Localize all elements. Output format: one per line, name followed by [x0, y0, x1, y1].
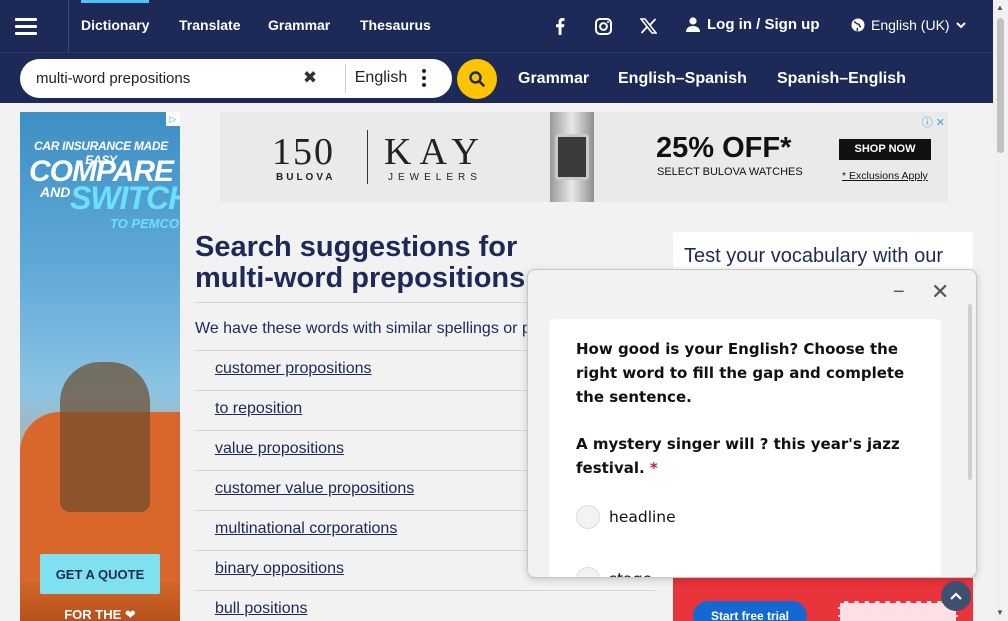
- quiz-question: How good is your English? Choose the rig…: [576, 340, 905, 406]
- top-navigation-bar: Dictionary Translate Grammar Thesaurus L…: [0, 0, 993, 52]
- close-icon[interactable]: ✕: [931, 281, 951, 303]
- page-title-text: Search suggestions for: [195, 231, 518, 263]
- banner-shop-button[interactable]: SHOP NOW: [839, 139, 931, 160]
- minimize-icon[interactable]: −: [893, 282, 907, 302]
- right-advertisement[interactable]: Start free trial: [673, 578, 973, 621]
- left-advertisement[interactable]: ▷ CAR INSURANCE MADE EASY COMPARE AND SW…: [20, 112, 180, 621]
- banner-brand: 150: [272, 131, 335, 173]
- facebook-icon[interactable]: [548, 14, 572, 38]
- search-button[interactable]: [457, 59, 497, 99]
- search-bar-row: ✖ English Grammar English–Spanish Spanis…: [0, 52, 993, 103]
- nav-translate[interactable]: Translate: [179, 17, 240, 33]
- watch-face-image: [555, 134, 589, 180]
- quiz-option[interactable]: stage: [576, 567, 652, 577]
- banner-offer: 25% OFF*: [656, 132, 792, 164]
- scroll-up-arrow-icon[interactable]: ▲: [996, 3, 1004, 12]
- sublink-spanish-english[interactable]: Spanish–English: [777, 70, 906, 88]
- ad-close-icon[interactable]: ⓘ ✕: [922, 114, 945, 130]
- search-icon: [469, 71, 485, 87]
- ad-text: AND: [40, 184, 71, 200]
- ad-coupon-image: [838, 601, 958, 621]
- scroll-down-arrow-icon[interactable]: ▼: [996, 608, 1004, 617]
- nav-grammar[interactable]: Grammar: [268, 17, 330, 33]
- search-input[interactable]: [36, 59, 306, 98]
- clear-search-icon[interactable]: ✖: [302, 69, 318, 86]
- suggestion-link[interactable]: multinational corporations: [215, 520, 397, 537]
- ad-get-quote-button[interactable]: GET A QUOTE: [40, 554, 160, 594]
- quiz-body: How good is your English? Choose the rig…: [549, 319, 941, 577]
- required-marker: *: [649, 459, 658, 477]
- page-scrollbar[interactable]: ▲ ▼: [993, 0, 1008, 621]
- page-title-term: multi-word prepositions: [195, 262, 526, 294]
- quiz-option-label: headline: [609, 508, 676, 526]
- more-options-icon[interactable]: [419, 69, 429, 89]
- ad-choices-icon[interactable]: ▷: [166, 112, 180, 126]
- banner-brand: KAY: [384, 131, 487, 173]
- x-twitter-icon[interactable]: [636, 14, 660, 38]
- vocabulary-card-title: Test your vocabulary with our: [684, 245, 944, 267]
- chevron-up-icon: [950, 592, 962, 600]
- suggestion-link[interactable]: bull positions: [215, 600, 308, 617]
- banner-advertisement[interactable]: ⓘ ✕ 150 BULOVA KAY JEWELERS 25% OFF* SEL…: [220, 112, 948, 202]
- sublink-english-spanish[interactable]: English–Spanish: [618, 70, 747, 88]
- globe-icon: [851, 18, 865, 32]
- ad-person-image: [60, 362, 150, 512]
- banner-offer-sub: SELECT BULOVA WATCHES: [657, 166, 803, 178]
- user-icon: [686, 17, 700, 32]
- back-to-top-button[interactable]: [941, 581, 971, 611]
- nav-active-indicator: [81, 0, 149, 3]
- chevron-down-icon: [955, 21, 966, 28]
- banner-brand-sub: JEWELERS: [388, 172, 482, 183]
- banner-separator: [367, 130, 368, 184]
- ad-text: FOR THE ❤: [64, 607, 136, 621]
- quiz-scrollbar[interactable]: [968, 304, 972, 480]
- ad-text: TO PEMCO: [110, 216, 180, 231]
- nav-dictionary[interactable]: Dictionary: [81, 17, 149, 33]
- intro-text: We have these words with similar spellin…: [195, 320, 531, 337]
- page-title: Search suggestions for multi-word prepos…: [195, 232, 525, 294]
- quiz-sentence: A mystery singer will ? this year's jazz…: [576, 432, 926, 480]
- nav-divider: [68, 0, 69, 52]
- quiz-popup: − ✕ How good is your English? Choose the…: [527, 269, 977, 578]
- quiz-option[interactable]: headline: [576, 505, 676, 529]
- radio-button[interactable]: [576, 505, 600, 529]
- suggestion-link[interactable]: value propositions: [215, 440, 344, 457]
- suggestion-link[interactable]: to reposition: [215, 400, 302, 417]
- quiz-option-label: stage: [609, 570, 652, 577]
- scrollbar-thumb[interactable]: [997, 18, 1004, 153]
- list-item: bull positions: [195, 590, 655, 621]
- quiz-sentence-text: A mystery singer will ? this year's jazz…: [576, 435, 900, 477]
- suggestion-link[interactable]: customer value propositions: [215, 480, 414, 497]
- ad-text: SWITCH: [70, 180, 180, 216]
- radio-button[interactable]: [576, 567, 600, 577]
- vocabulary-quiz-card[interactable]: Test your vocabulary with our: [673, 232, 973, 272]
- suggestion-link[interactable]: binary oppositions: [215, 560, 344, 577]
- nav-thesaurus[interactable]: Thesaurus: [360, 17, 431, 33]
- suggestion-link[interactable]: customer propositions: [215, 360, 372, 377]
- banner-exclusions[interactable]: * Exclusions Apply: [842, 170, 928, 182]
- search-box: ✖ English: [20, 59, 452, 98]
- login-label: Log in / Sign up: [707, 16, 820, 33]
- search-language-select[interactable]: English: [346, 69, 416, 87]
- site-language-selector[interactable]: English (UK): [851, 17, 966, 33]
- site-language-label: English (UK): [871, 17, 950, 33]
- start-free-trial-button[interactable]: Start free trial: [693, 601, 807, 621]
- login-signup-link[interactable]: Log in / Sign up: [686, 16, 819, 33]
- menu-icon[interactable]: [0, 0, 52, 52]
- instagram-icon[interactable]: [591, 14, 615, 38]
- banner-brand-sub: BULOVA: [276, 172, 336, 183]
- sublink-grammar[interactable]: Grammar: [518, 70, 589, 88]
